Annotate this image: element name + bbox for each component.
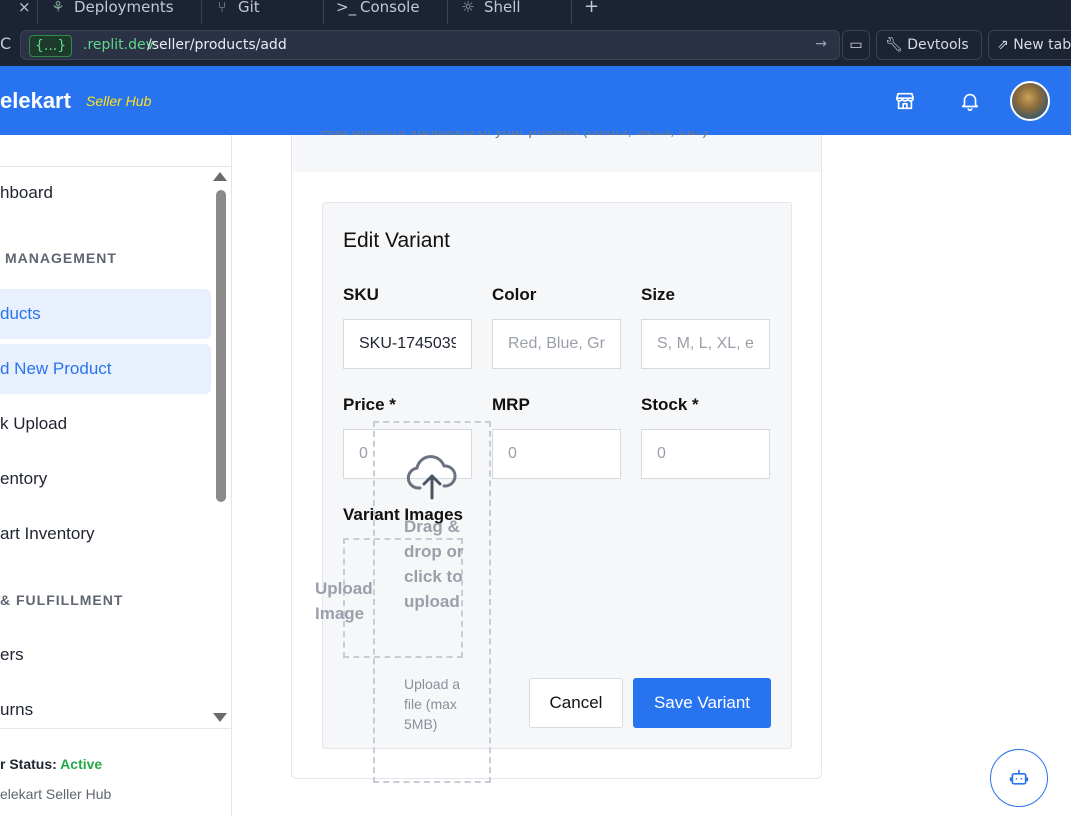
cloud-upload-icon xyxy=(406,455,457,500)
sidebar-item-label: urns xyxy=(0,700,34,719)
sku-field[interactable] xyxy=(343,319,472,369)
devtools-label: Devtools xyxy=(907,37,969,53)
stock-label: Stock * xyxy=(641,395,699,414)
status-label: r Status: xyxy=(0,756,57,772)
dropzone-text: Drag & drop or click to upload xyxy=(404,517,464,611)
tab-shell[interactable]: ☼ Shell xyxy=(448,0,572,24)
avatar[interactable] xyxy=(1010,81,1050,121)
bell-icon[interactable] xyxy=(959,90,981,112)
browser-tab-bar: × ⚘ Deployments ⑂ Git >_ Console ☼ Shell + xyxy=(0,0,1071,24)
scroll-up-arrow-icon[interactable] xyxy=(213,172,227,181)
external-link-icon: ⇗ xyxy=(997,37,1009,53)
robot-icon xyxy=(1009,769,1029,785)
sidebar-item-orders[interactable]: ers xyxy=(0,630,211,680)
tab-label: Deployments xyxy=(74,0,174,16)
host-badge: {...} xyxy=(29,35,73,57)
stock-field[interactable] xyxy=(641,429,770,479)
sidebar-item-label: entory xyxy=(0,469,48,488)
tab-git[interactable]: ⑂ Git xyxy=(202,0,324,24)
tab-deployments[interactable]: ⚘ Deployments xyxy=(38,0,202,24)
brand-subtitle: Seller Hub xyxy=(86,93,152,109)
sidebar-item-bulk-upload[interactable]: k Upload xyxy=(0,399,211,449)
store-icon[interactable] xyxy=(894,90,916,112)
reload-icon[interactable]: C xyxy=(0,34,11,53)
edit-variant-title: Edit Variant xyxy=(343,229,450,252)
tab-label: Shell xyxy=(484,0,521,16)
sidebar-item-label: ducts xyxy=(0,304,41,323)
tab-console[interactable]: >_ Console xyxy=(324,0,448,24)
go-arrow-icon[interactable]: → xyxy=(815,36,827,52)
sidebar-heading-fulfillment: & FULFILLMENT xyxy=(0,592,124,608)
sidebar-scrollbar-thumb[interactable] xyxy=(216,190,226,502)
sidebar-heading-management: MANAGEMENT xyxy=(5,250,117,266)
dropzone-subtext: Upload a file (max 5MB) xyxy=(404,676,461,732)
devtools-button[interactable]: 🔧︎ Devtools xyxy=(876,30,982,60)
assistant-bot-button[interactable] xyxy=(990,749,1048,807)
url-path: /seller/products/add xyxy=(147,37,287,53)
sidebar-item-label: art Inventory xyxy=(0,524,95,543)
scroll-down-arrow-icon[interactable] xyxy=(213,713,227,722)
new-tab-plus-icon[interactable]: + xyxy=(584,0,599,17)
screen-icon[interactable]: ▭ xyxy=(842,30,870,60)
sidebar-footer-text: elekart Seller Hub xyxy=(0,786,112,802)
browser-url-bar: C {...} .replit.dev /seller/products/add… xyxy=(0,24,1071,66)
color-field[interactable] xyxy=(492,319,621,369)
sidebar-item-label: d New Product xyxy=(0,359,112,378)
console-icon: >_ xyxy=(336,0,357,16)
app-header: elekart Seller Hub xyxy=(0,66,1071,135)
new-tab-button[interactable]: ⇗ New tab xyxy=(988,30,1071,60)
sidebar-item-label: hboard xyxy=(0,183,53,202)
sku-label: SKU xyxy=(343,285,379,304)
color-label: Color xyxy=(492,285,537,304)
tab-current[interactable]: × xyxy=(0,0,38,24)
mrp-label: MRP xyxy=(492,395,530,414)
url-host: .replit.dev xyxy=(83,37,154,53)
shell-icon: ☼ xyxy=(461,0,475,16)
tab-label: Git xyxy=(238,0,260,16)
sidebar-footer-divider xyxy=(0,728,231,729)
sidebar-item-inventory[interactable]: entory xyxy=(0,454,211,504)
new-tab-label: New tab xyxy=(1013,37,1071,53)
deploy-icon: ⚘ xyxy=(51,0,65,16)
tab-label: Console xyxy=(360,0,420,16)
mrp-field[interactable] xyxy=(492,429,621,479)
sidebar-item-label: ers xyxy=(0,645,24,664)
sidebar-item-smart-inventory[interactable]: art Inventory xyxy=(0,509,211,559)
git-icon: ⑂ xyxy=(217,0,227,16)
address-field[interactable]: {...} .replit.dev /seller/products/add → xyxy=(20,30,840,60)
sidebar-item-products[interactable]: ducts xyxy=(0,289,211,339)
brand-logo[interactable]: elekart xyxy=(0,88,71,114)
status-badge: Active xyxy=(60,756,103,772)
size-label: Size xyxy=(641,285,676,304)
sidebar-divider xyxy=(0,166,231,167)
sidebar-item-add-new-product[interactable]: d New Product xyxy=(0,344,211,394)
seller-status: r Status: Active xyxy=(0,756,102,772)
cancel-button[interactable]: Cancel xyxy=(529,678,623,728)
save-variant-button[interactable]: Save Variant xyxy=(633,678,771,728)
upload-image-text: Upload Image xyxy=(315,579,373,623)
price-label: Price * xyxy=(343,395,396,414)
close-tab-icon[interactable]: × xyxy=(18,0,31,15)
sidebar-item-dashboard[interactable]: hboard xyxy=(0,168,211,218)
variants-card-header xyxy=(292,135,821,172)
wrench-icon: 🔧︎ xyxy=(885,37,903,53)
size-field[interactable] xyxy=(641,319,770,369)
sidebar-item-label: k Upload xyxy=(0,414,68,433)
